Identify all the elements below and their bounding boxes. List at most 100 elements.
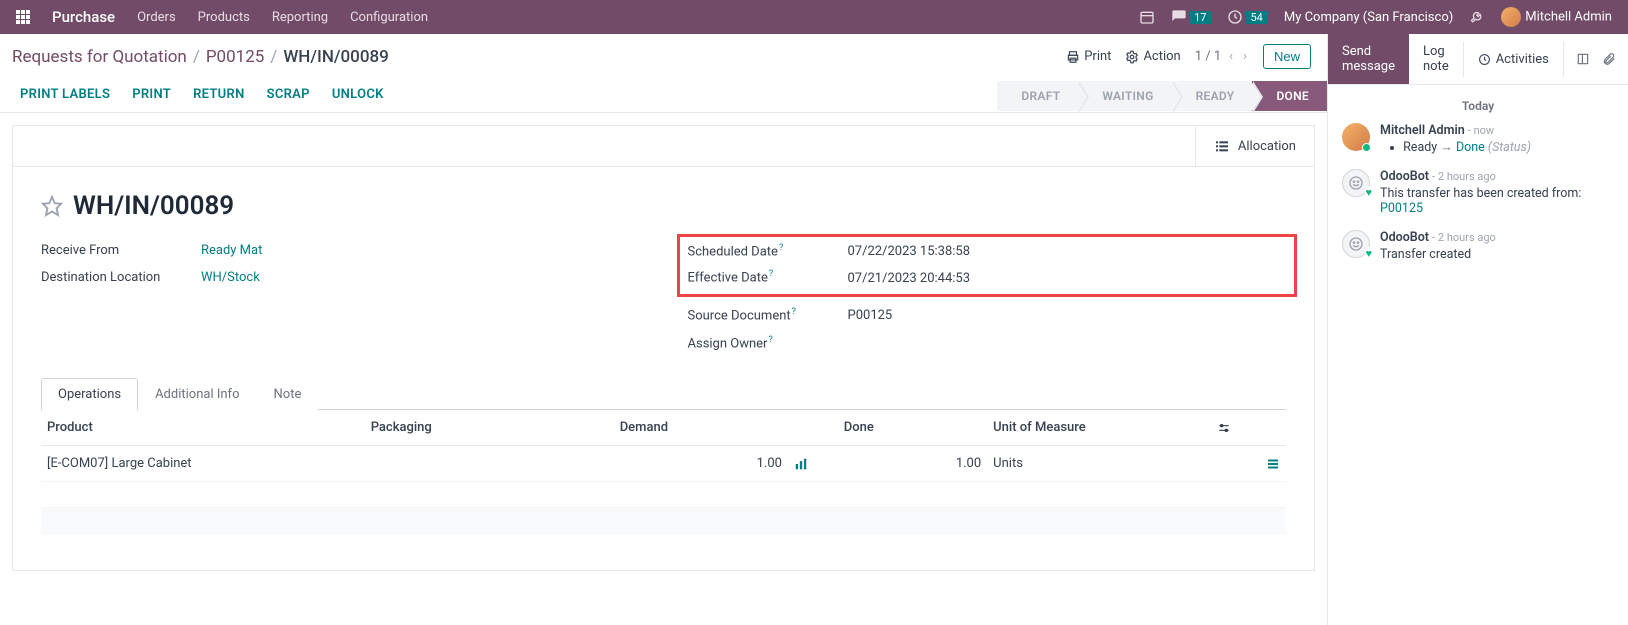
col-product[interactable]: Product: [41, 410, 365, 446]
unlock-button[interactable]: UNLOCK: [332, 87, 384, 102]
top-navbar: Purchase Orders Products Reporting Confi…: [0, 0, 1628, 34]
forecast-icon[interactable]: [788, 446, 838, 482]
tab-operations[interactable]: Operations: [41, 378, 138, 410]
help-icon[interactable]: ?: [769, 269, 773, 279]
pager-value[interactable]: 1 / 1: [1195, 49, 1221, 64]
print-dropdown[interactable]: Print: [1066, 49, 1111, 64]
col-uom[interactable]: Unit of Measure: [987, 410, 1211, 446]
avatar-icon: [1342, 123, 1370, 151]
receive-from-value[interactable]: Ready Mat: [201, 243, 262, 258]
cell-uom[interactable]: Units: [987, 446, 1211, 482]
message-content: This transfer has been created from: P00…: [1380, 186, 1614, 216]
message-author[interactable]: OdooBot: [1380, 169, 1429, 184]
send-message-button[interactable]: Send message: [1328, 34, 1409, 84]
scrap-button[interactable]: SCRAP: [267, 87, 310, 102]
bot-avatar-icon: ♥: [1342, 169, 1370, 197]
calendar-icon[interactable]: [1139, 9, 1155, 25]
tab-additional-info[interactable]: Additional Info: [138, 378, 256, 410]
source-document-value: P00125: [848, 308, 893, 323]
print-labels-button[interactable]: PRINT LABELS: [20, 87, 110, 102]
operations-table: Product Packaging Demand Done Unit of Me…: [41, 410, 1286, 560]
pager-prev[interactable]: ‹: [1227, 49, 1235, 64]
nav-configuration[interactable]: Configuration: [350, 10, 428, 25]
attachment-icon[interactable]: [1602, 52, 1616, 67]
user-name: Mitchell Admin: [1525, 9, 1612, 24]
bot-avatar-icon: ♥: [1342, 230, 1370, 258]
debug-icon[interactable]: [1469, 9, 1485, 25]
message-author[interactable]: Mitchell Admin: [1380, 123, 1465, 138]
pager-next[interactable]: ›: [1241, 49, 1249, 64]
col-options-icon[interactable]: [1211, 410, 1286, 446]
cell-done[interactable]: 1.00: [838, 446, 987, 482]
action-dropdown[interactable]: Action: [1125, 49, 1180, 64]
breadcrumb-parent[interactable]: P00125: [206, 47, 265, 67]
avatar-icon: [1501, 7, 1521, 27]
receive-from-label: Receive From: [41, 243, 201, 258]
help-icon[interactable]: ?: [768, 335, 772, 345]
notebook-tabs: Operations Additional Info Note: [41, 377, 1286, 410]
gear-icon: [1125, 50, 1139, 64]
destination-location-label: Destination Location: [41, 270, 201, 285]
company-switcher[interactable]: My Company (San Francisco): [1284, 10, 1453, 25]
nav-orders[interactable]: Orders: [137, 10, 176, 25]
highlighted-dates: Scheduled Date? 07/22/2023 15:38:58 Effe…: [677, 234, 1298, 297]
tab-note[interactable]: Note: [257, 378, 319, 410]
col-demand[interactable]: Demand: [614, 410, 788, 446]
chatter: Send message Log note Activities 2 Follo…: [1328, 34, 1628, 625]
message-time: - 2 hours ago: [1432, 231, 1496, 244]
table-row[interactable]: [E-COM07] Large Cabinet 1.00 1.00 Units: [41, 446, 1286, 482]
help-icon[interactable]: ?: [779, 243, 783, 253]
status-draft[interactable]: DRAFT: [997, 81, 1078, 111]
favorite-star-icon[interactable]: [41, 195, 63, 217]
book-icon[interactable]: [1576, 52, 1590, 67]
presence-dot: [1362, 143, 1371, 152]
activities-clock-icon[interactable]: 54: [1227, 9, 1267, 25]
discuss-icon[interactable]: 17: [1171, 9, 1211, 25]
nav-products[interactable]: Products: [198, 10, 250, 25]
breadcrumb: Requests for Quotation / P00125 / WH/IN/…: [12, 47, 389, 67]
destination-location-value[interactable]: WH/Stock: [201, 270, 260, 285]
allocation-button[interactable]: Allocation: [1195, 126, 1314, 166]
message-time: - now: [1468, 124, 1494, 137]
list-icon: [1214, 138, 1230, 154]
discuss-badge: 17: [1189, 11, 1211, 24]
help-icon[interactable]: ?: [792, 307, 796, 317]
cell-packaging[interactable]: [365, 446, 614, 482]
heart-icon: ♥: [1365, 247, 1372, 260]
log-note-button[interactable]: Log note: [1409, 34, 1463, 84]
app-title[interactable]: Purchase: [52, 8, 115, 26]
assign-owner-label: Assign Owner?: [688, 335, 848, 351]
source-link[interactable]: P00125: [1380, 201, 1423, 216]
chatter-message: ♥ OdooBot - 2 hours ago Transfer created: [1342, 230, 1614, 262]
status-waiting[interactable]: WAITING: [1078, 81, 1171, 111]
return-button[interactable]: RETURN: [193, 87, 245, 102]
activities-button[interactable]: Activities: [1463, 42, 1564, 77]
chatter-message: ♥ OdooBot - 2 hours ago This transfer ha…: [1342, 169, 1614, 216]
scheduled-date-label: Scheduled Date?: [688, 243, 848, 259]
message-author[interactable]: OdooBot: [1380, 230, 1429, 245]
col-packaging[interactable]: Packaging: [365, 410, 614, 446]
new-button[interactable]: New: [1263, 44, 1311, 69]
breadcrumb-current: WH/IN/00089: [283, 47, 388, 67]
button-bar: PRINT LABELS PRINT RETURN SCRAP UNLOCK D…: [0, 75, 1327, 113]
col-done[interactable]: Done: [838, 410, 987, 446]
cell-product[interactable]: [E-COM07] Large Cabinet: [41, 446, 365, 482]
status-bar: DRAFT WAITING READY DONE: [997, 81, 1327, 111]
detailed-operations-icon[interactable]: [1211, 446, 1286, 482]
print-button[interactable]: PRINT: [132, 87, 171, 102]
apps-icon[interactable]: [16, 10, 30, 24]
record-title: WH/IN/00089: [73, 191, 234, 221]
message-content: Transfer created: [1380, 247, 1496, 262]
cell-demand[interactable]: 1.00: [614, 446, 788, 482]
breadcrumb-root[interactable]: Requests for Quotation: [12, 47, 187, 67]
chatter-message: Mitchell Admin - now Ready → Done (Statu…: [1342, 123, 1614, 155]
form-sheet: Allocation WH/IN/00089 Receive From Read…: [12, 125, 1315, 571]
effective-date-label: Effective Date?: [688, 269, 848, 285]
scheduled-date-value: 07/22/2023 15:38:58: [848, 244, 971, 259]
pager: 1 / 1 ‹ ›: [1195, 49, 1249, 64]
activities-badge: 54: [1245, 11, 1267, 24]
status-done[interactable]: DONE: [1252, 81, 1327, 111]
nav-reporting[interactable]: Reporting: [272, 10, 328, 25]
user-menu[interactable]: Mitchell Admin: [1501, 7, 1612, 27]
status-ready[interactable]: READY: [1172, 81, 1253, 111]
